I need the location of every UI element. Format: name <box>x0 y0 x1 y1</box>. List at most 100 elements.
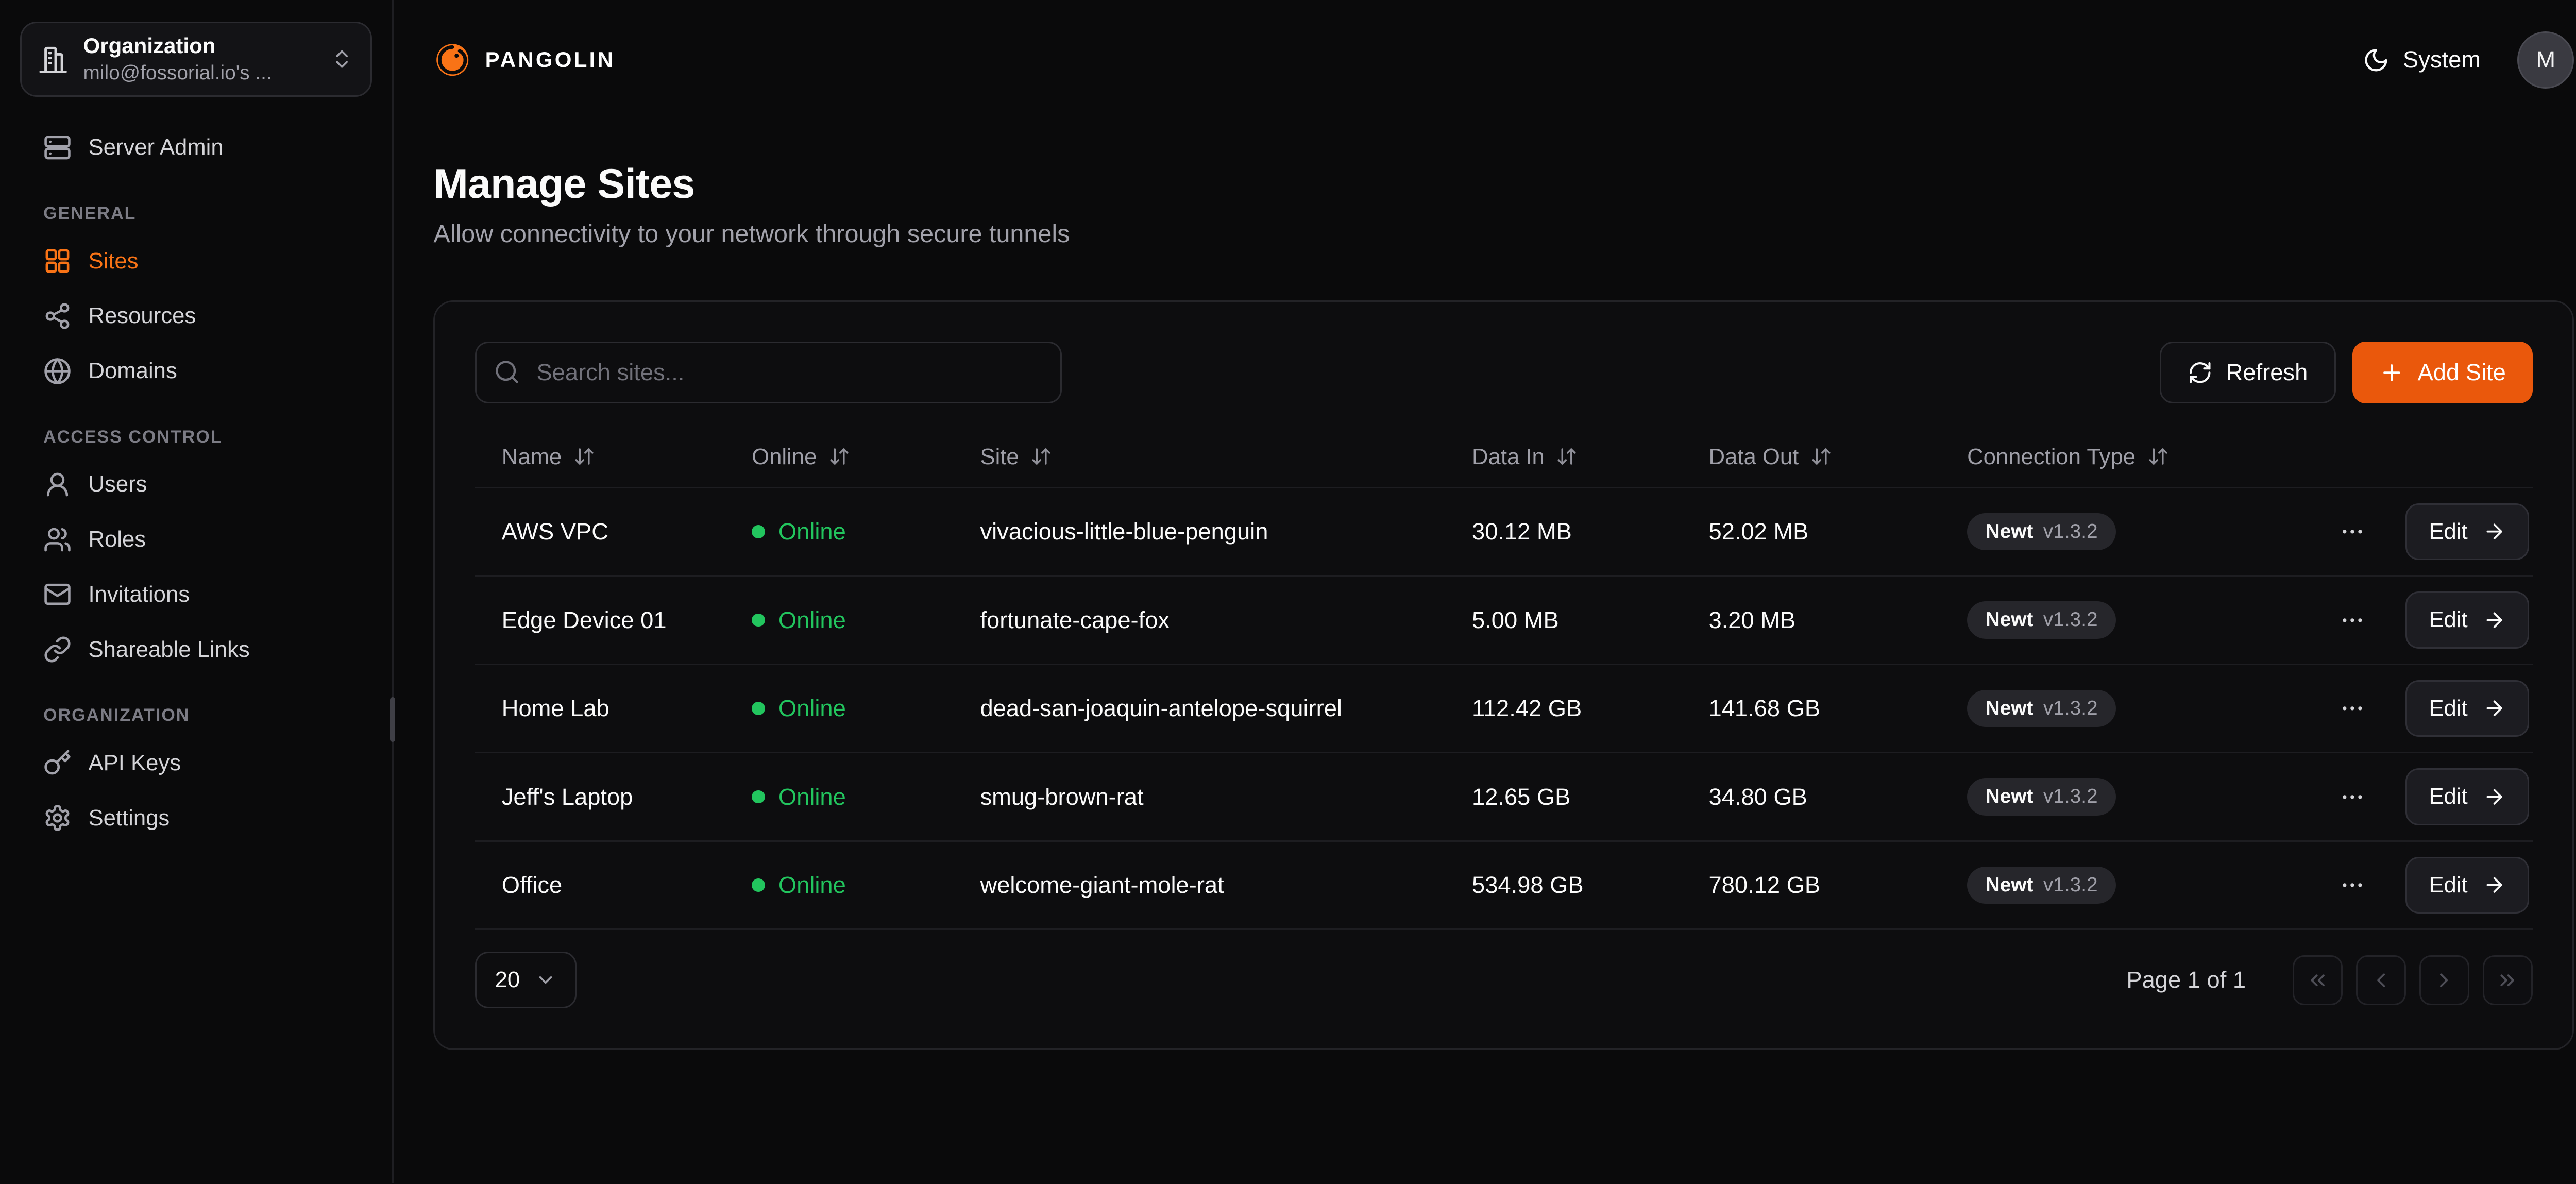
first-page-button[interactable] <box>2293 955 2343 1005</box>
column-header-site[interactable]: Site <box>954 444 1446 470</box>
avatar-initial: M <box>2536 46 2555 73</box>
chevron-left-icon <box>2369 969 2393 992</box>
topbar: PANGOLIN System M <box>433 0 2574 120</box>
column-header-data-in[interactable]: Data In <box>1445 444 1682 470</box>
search-container <box>475 342 1062 403</box>
online-label: Online <box>778 784 846 810</box>
search-input[interactable] <box>475 342 1062 403</box>
org-switcher[interactable]: Organization milo@fossorial.io's ... <box>20 22 372 97</box>
sites-toolbar: Refresh Add Site <box>475 342 2533 403</box>
edit-button[interactable]: Edit <box>2405 857 2529 914</box>
sidebar-item-label: Server Admin <box>88 134 223 160</box>
edit-label: Edit <box>2429 519 2467 545</box>
connection-version: v1.3.2 <box>2043 520 2098 544</box>
online-status: Online <box>725 695 953 722</box>
site-slug: vivacious-little-blue-penguin <box>954 518 1446 545</box>
table-row: Jeff's Laptop Online smug-brown-rat 12.6… <box>475 752 2533 840</box>
online-label: Online <box>778 518 846 545</box>
row-menu-button[interactable] <box>2332 512 2372 552</box>
nav-section-heading: GENERAL <box>43 204 348 224</box>
table-row: Home Lab Online dead-san-joaquin-antelop… <box>475 664 2533 752</box>
online-status: Online <box>725 872 953 899</box>
key-icon <box>43 749 72 777</box>
moon-icon <box>2363 47 2389 74</box>
add-site-button[interactable]: Add Site <box>2352 342 2532 403</box>
globe-icon <box>43 357 72 385</box>
plus-icon <box>2379 360 2404 385</box>
column-header-online[interactable]: Online <box>725 444 953 470</box>
column-header-name[interactable]: Name <box>475 444 725 470</box>
row-menu-button[interactable] <box>2332 865 2372 905</box>
sidebar-item-sites[interactable]: Sites <box>20 233 372 289</box>
edit-button[interactable]: Edit <box>2405 503 2529 560</box>
site-slug: welcome-giant-mole-rat <box>954 872 1446 899</box>
ellipsis-icon <box>2339 784 2366 810</box>
row-actions: Edit <box>2329 591 2532 648</box>
sidebar-item-api-keys[interactable]: API Keys <box>20 735 372 790</box>
data-out-value: 34.80 GB <box>1682 784 1941 810</box>
connection-type-cell: Newt v1.3.2 <box>1940 601 2329 638</box>
sidebar-item-settings[interactable]: Settings <box>20 790 372 845</box>
table-header: Name Online Site Data In Data Out <box>475 427 2533 486</box>
org-subtitle: milo@fossorial.io's ... <box>83 60 316 86</box>
sidebar-item-label: Resources <box>88 303 196 329</box>
edit-button[interactable]: Edit <box>2405 591 2529 648</box>
sidebar-item-shareable-links[interactable]: Shareable Links <box>20 622 372 677</box>
last-page-button[interactable] <box>2483 955 2533 1005</box>
refresh-button[interactable]: Refresh <box>2160 342 2336 403</box>
data-in-value: 12.65 GB <box>1445 784 1682 810</box>
sidebar-item-label: Settings <box>88 805 170 831</box>
column-header-connection-type[interactable]: Connection Type <box>1940 444 2329 470</box>
online-dot-icon <box>752 878 765 892</box>
page-size-select[interactable]: 20 <box>475 952 577 1008</box>
sidebar-resize-handle[interactable] <box>390 697 395 742</box>
table-row: Edge Device 01 Online fortunate-cape-fox… <box>475 575 2533 664</box>
users-icon <box>43 526 72 554</box>
row-menu-button[interactable] <box>2332 688 2372 729</box>
edit-button[interactable]: Edit <box>2405 768 2529 825</box>
search-icon <box>494 359 520 385</box>
refresh-label: Refresh <box>2226 359 2308 386</box>
table-row: Office Online welcome-giant-mole-rat 534… <box>475 840 2533 929</box>
sidebar-item-domains[interactable]: Domains <box>20 344 372 399</box>
theme-toggle[interactable]: System <box>2363 46 2481 73</box>
column-header-data-out[interactable]: Data Out <box>1682 444 1941 470</box>
column-label: Data Out <box>1709 444 1799 470</box>
online-dot-icon <box>752 702 765 715</box>
sidebar-item-server-admin[interactable]: Server Admin <box>20 120 372 175</box>
org-title: Organization <box>83 32 316 60</box>
sidebar-item-users[interactable]: Users <box>20 457 372 512</box>
connection-type: Newt <box>1986 608 2033 632</box>
column-label: Data In <box>1472 444 1545 470</box>
previous-page-button[interactable] <box>2356 955 2406 1005</box>
ellipsis-icon <box>2339 607 2366 634</box>
sort-icon <box>1030 446 1052 467</box>
edit-label: Edit <box>2429 696 2467 721</box>
data-in-value: 112.42 GB <box>1445 695 1682 722</box>
sort-icon <box>573 446 595 467</box>
connection-type-cell: Newt v1.3.2 <box>1940 690 2329 727</box>
next-page-button[interactable] <box>2419 955 2469 1005</box>
connection-badge: Newt v1.3.2 <box>1967 513 2116 550</box>
sidebar-item-label: Invitations <box>88 582 190 607</box>
page-title: Manage Sites <box>433 160 2574 208</box>
edit-button[interactable]: Edit <box>2405 680 2529 737</box>
sort-icon <box>828 446 850 467</box>
site-name: Office <box>475 872 725 899</box>
row-actions: Edit <box>2329 503 2532 560</box>
online-status: Online <box>725 607 953 634</box>
page-subtitle: Allow connectivity to your network throu… <box>433 219 2574 248</box>
sort-icon <box>2147 446 2169 467</box>
row-menu-button[interactable] <box>2332 600 2372 640</box>
sidebar-item-invitations[interactable]: Invitations <box>20 567 372 622</box>
sidebar-item-roles[interactable]: Roles <box>20 512 372 567</box>
avatar[interactable]: M <box>2517 31 2574 88</box>
row-menu-button[interactable] <box>2332 777 2372 817</box>
sites-panel: Refresh Add Site Name Online <box>433 300 2574 1050</box>
sidebar-item-resources[interactable]: Resources <box>20 289 372 344</box>
link-icon <box>43 635 72 664</box>
page-size-value: 20 <box>495 967 520 993</box>
arrow-right-icon <box>2483 608 2506 632</box>
share-icon <box>43 302 72 330</box>
site-name: Edge Device 01 <box>475 607 725 634</box>
